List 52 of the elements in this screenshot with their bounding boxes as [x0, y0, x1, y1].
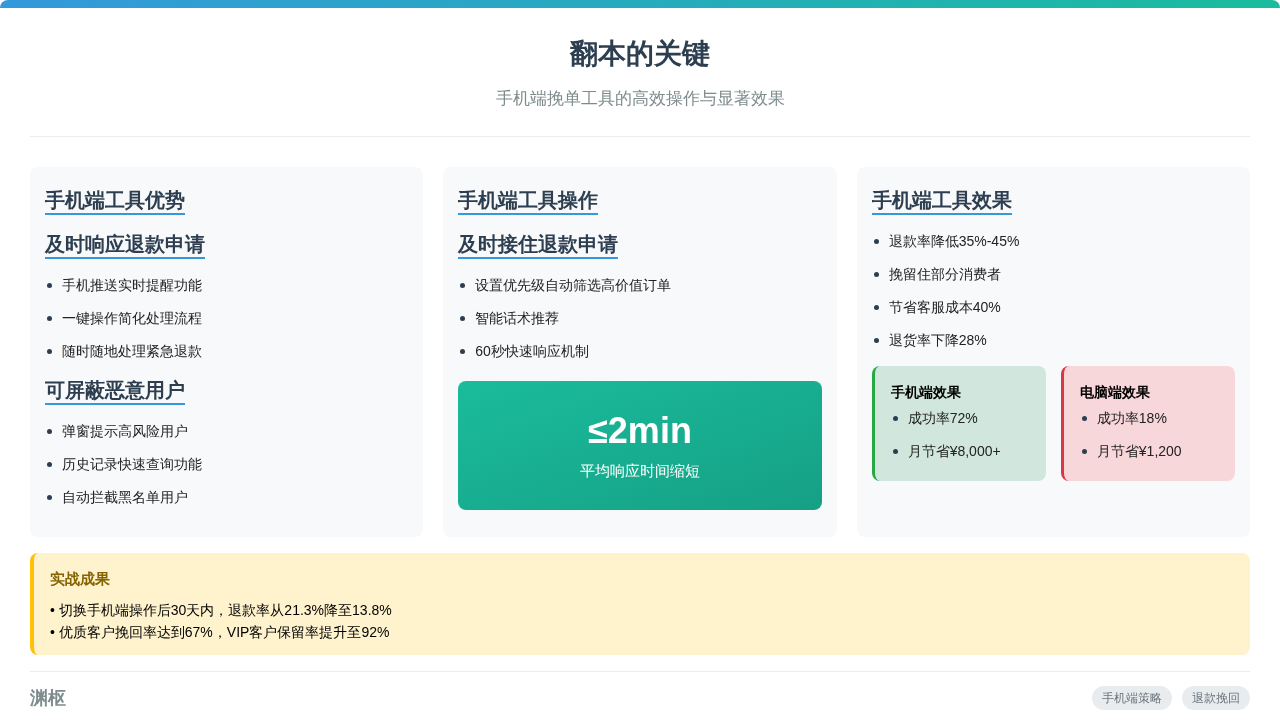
list-item: 成功率18%: [1096, 409, 1167, 428]
bullet-icon: [47, 428, 52, 434]
section-heading: 手机端工具效果: [871, 187, 1012, 215]
section-heading: 及时响应退款申请: [45, 231, 205, 259]
tag: 手机端策略: [1092, 686, 1172, 710]
section-heading: 及时接住退款申请: [458, 231, 619, 259]
page-subtitle: 手机端挽单工具的高效操作与显著效果: [495, 88, 785, 110]
bullet-icon: [873, 238, 879, 244]
bullet-icon: [47, 494, 52, 500]
comparison-title: 手机端效果: [890, 383, 962, 402]
list-item: 节省客服成本40%: [888, 298, 1001, 317]
highlight-value: ≤2min: [588, 410, 692, 451]
list-item: 60秒快速响应机制: [475, 342, 589, 361]
bullet-icon: [892, 448, 898, 454]
bullet-icon: [1081, 448, 1087, 454]
list-item: 月节省¥1,200: [1096, 442, 1182, 461]
list-item: 挽留住部分消费者: [888, 265, 1001, 284]
bullet-icon: [873, 337, 879, 343]
bullet-icon: [873, 271, 879, 277]
bullet-icon: [47, 315, 52, 321]
section-heading: 手机端工具优势: [45, 187, 185, 215]
bullet-icon: [47, 348, 52, 354]
highlight-caption: 平均响应时间缩短: [580, 460, 700, 481]
section-heading: 手机端工具操作: [458, 187, 599, 215]
bullet-icon: [460, 348, 466, 354]
section-heading: 可屏蔽恶意用户: [45, 377, 185, 405]
list-item: 历史记录快速查询功能: [62, 455, 202, 474]
brand-name: 渊枢: [30, 687, 66, 710]
list-item: 弹窗提示高风险用户: [62, 422, 188, 441]
list-item: 退款率降低35%-45%: [888, 232, 1020, 251]
result-line: • 切换手机端操作后30天内，退款率从21.3%降至13.8%: [50, 601, 393, 619]
comparison-title: 电脑端效果: [1079, 383, 1151, 402]
tag: 退款挽回: [1182, 686, 1250, 710]
bullet-icon: [47, 282, 52, 288]
result-line: • 优质客户挽回率达到67%，VIP客户保留率提升至92%: [50, 623, 391, 641]
bullet-icon: [873, 304, 879, 310]
list-item: 成功率72%: [907, 409, 978, 428]
list-item: 月节省¥8,000+: [907, 442, 1001, 461]
results-title: 实战成果: [50, 569, 111, 589]
bullet-icon: [460, 282, 466, 288]
page-title: 翻本的关键: [570, 37, 710, 71]
list-item: 智能话术推荐: [475, 309, 560, 328]
list-item: 退货率下降28%: [888, 331, 987, 350]
bullet-icon: [1081, 415, 1087, 421]
bullet-icon: [460, 315, 466, 321]
list-item: 自动拦截黑名单用户: [62, 488, 188, 507]
list-item: 手机推送实时提醒功能: [62, 276, 202, 295]
list-item: 随时随地处理紧急退款: [62, 342, 202, 361]
list-item: 设置优先级自动筛选高价值订单: [475, 276, 672, 295]
bullet-icon: [892, 415, 898, 421]
list-item: 一键操作简化处理流程: [62, 309, 202, 328]
bullet-icon: [47, 461, 52, 467]
